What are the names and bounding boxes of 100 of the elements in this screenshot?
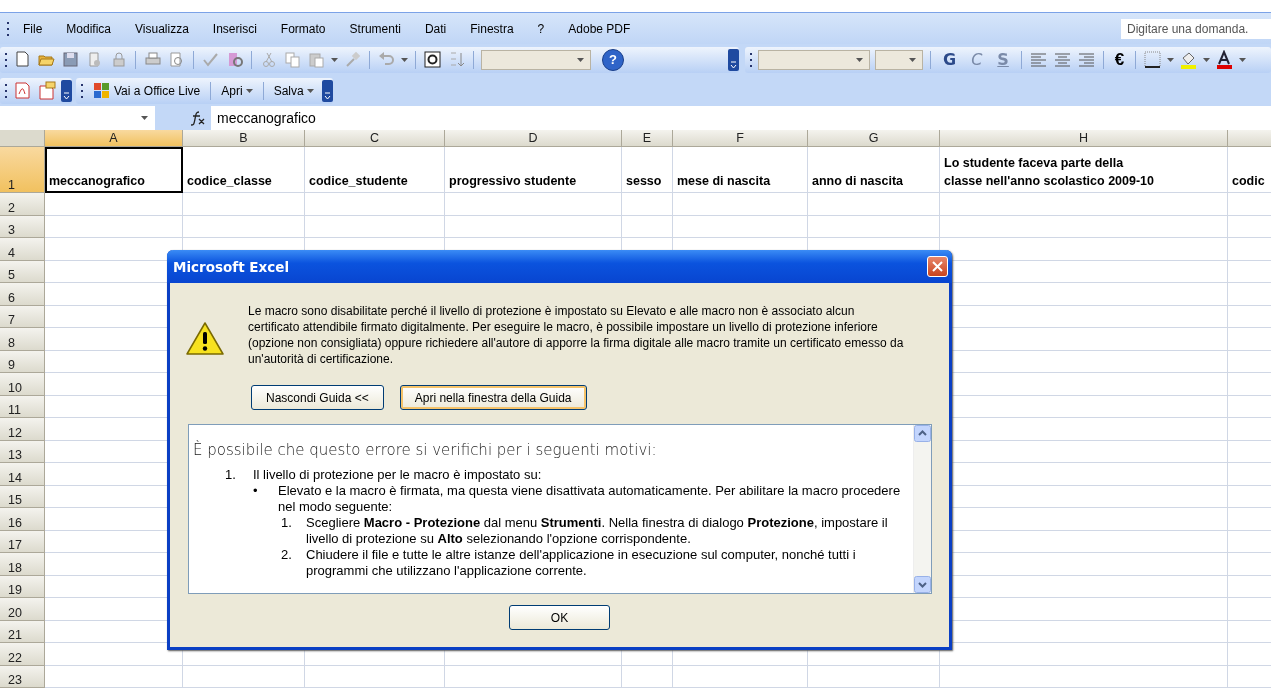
dialog-button[interactable]: Nascondi Guida << [251, 385, 384, 410]
empty-cell[interactable] [940, 665, 1228, 688]
column-header[interactable]: H [940, 130, 1228, 147]
dropdown-arrow-icon[interactable] [306, 88, 314, 93]
align-right-icon[interactable] [1076, 50, 1096, 69]
empty-cell[interactable] [183, 215, 305, 238]
pdf-icon[interactable] [13, 81, 32, 100]
column-header[interactable]: D [445, 130, 622, 147]
dropdown-arrow-icon[interactable] [1167, 57, 1175, 62]
empty-cell[interactable] [808, 215, 940, 238]
menu-item[interactable]: Formato [273, 19, 333, 38]
fill-color-icon[interactable] [1179, 50, 1199, 69]
euro-conversion-icon[interactable] [423, 50, 442, 69]
empty-cell[interactable] [305, 215, 445, 238]
column-header[interactable]: G [808, 130, 940, 147]
row-header[interactable]: 8 [0, 328, 45, 351]
dropdown-arrow-icon[interactable] [1239, 57, 1247, 62]
menu-button[interactable]: Apri [218, 83, 256, 98]
paste-icon[interactable] [307, 50, 326, 69]
pdf-comment-icon[interactable] [37, 81, 56, 100]
toolbar-options-icon[interactable] [321, 79, 333, 102]
column-header[interactable] [1228, 130, 1271, 147]
menu-button[interactable]: Salva [270, 83, 317, 98]
select-all-button[interactable] [0, 130, 45, 147]
dropdown-arrow-icon[interactable] [1203, 57, 1211, 62]
copy-icon[interactable] [283, 50, 302, 69]
empty-cell[interactable] [183, 193, 305, 216]
empty-cell[interactable] [808, 193, 940, 216]
empty-cell[interactable] [622, 193, 673, 216]
row-header[interactable]: 22 [0, 643, 45, 666]
ok-button[interactable]: OK [509, 605, 610, 630]
new-document-icon[interactable] [13, 50, 32, 69]
menu-item[interactable]: Modifica [59, 19, 119, 38]
font-color-icon[interactable] [1215, 50, 1235, 69]
column-header[interactable]: B [183, 130, 305, 147]
row-header[interactable]: 13 [0, 440, 45, 463]
empty-cell[interactable] [445, 215, 622, 238]
empty-cell[interactable] [622, 215, 673, 238]
row-header[interactable]: 20 [0, 598, 45, 621]
row-header[interactable]: 6 [0, 283, 45, 306]
row-header[interactable]: 18 [0, 553, 45, 576]
row-header[interactable]: 17 [0, 530, 45, 553]
dropdown-arrow-icon[interactable] [141, 116, 148, 120]
row-header[interactable]: 19 [0, 575, 45, 598]
row-header[interactable]: 9 [0, 350, 45, 373]
row-header[interactable]: 4 [0, 238, 45, 261]
formula-field[interactable]: meccanografico [211, 110, 316, 126]
menu-item[interactable]: ? [530, 19, 552, 38]
empty-cell[interactable] [305, 665, 445, 688]
empty-cell[interactable] [183, 665, 305, 688]
scroll-up-icon[interactable] [914, 425, 931, 442]
menu-item[interactable]: Finestra [463, 19, 521, 38]
row-header[interactable]: 3 [0, 215, 45, 238]
align-left-icon[interactable] [1028, 50, 1048, 69]
dropdown-arrow-icon[interactable] [577, 57, 584, 62]
dropdown-arrow-icon[interactable] [401, 57, 408, 62]
currency-button[interactable]: € [1110, 49, 1129, 70]
menu-item[interactable]: Adobe PDF [561, 19, 638, 38]
column-header[interactable]: A [45, 130, 183, 147]
menu-item[interactable]: Visualizza [128, 19, 196, 38]
row-header[interactable]: 10 [0, 373, 45, 396]
toolbar-options-icon[interactable] [728, 48, 739, 71]
row-header[interactable]: 23 [0, 665, 45, 688]
column-header[interactable]: C [305, 130, 445, 147]
dialog-button[interactable]: Apri nella finestra della Guida [399, 385, 587, 410]
row-header[interactable]: 16 [0, 508, 45, 531]
empty-cell[interactable] [673, 665, 808, 688]
empty-cell[interactable] [445, 193, 622, 216]
dropdown-arrow-icon[interactable] [245, 88, 253, 93]
function-icon[interactable] [189, 110, 205, 126]
office-live-icon[interactable] [92, 81, 111, 100]
column-header[interactable]: F [673, 130, 808, 147]
row-header[interactable]: 5 [0, 260, 45, 283]
dropdown-arrow-icon[interactable] [856, 57, 863, 62]
scrollbar[interactable] [913, 425, 931, 593]
empty-cell[interactable] [808, 665, 940, 688]
row-header[interactable]: 14 [0, 463, 45, 486]
format-button[interactable]: G [938, 50, 962, 69]
menu-item[interactable]: Strumenti [342, 19, 408, 38]
dropdown-arrow-icon[interactable] [909, 57, 916, 62]
column-header[interactable]: E [622, 130, 673, 147]
row-header[interactable]: 21 [0, 620, 45, 643]
row-header[interactable]: 2 [0, 193, 45, 216]
empty-cell[interactable] [673, 215, 808, 238]
row-header[interactable]: 15 [0, 485, 45, 508]
empty-cell[interactable] [940, 215, 1228, 238]
dropdown-arrow-icon[interactable] [331, 57, 338, 62]
close-button[interactable] [927, 256, 948, 277]
empty-cell[interactable] [673, 193, 808, 216]
menu-item[interactable]: Inserisci [205, 19, 264, 38]
empty-cell[interactable] [622, 665, 673, 688]
link-button[interactable]: Vai a Office Live [89, 81, 204, 100]
empty-cell[interactable] [940, 193, 1228, 216]
align-center-icon[interactable] [1052, 50, 1072, 69]
row-header[interactable]: 11 [0, 395, 45, 418]
help-button[interactable]: ? [602, 48, 624, 71]
menu-item[interactable]: File [16, 19, 50, 38]
save-icon[interactable] [61, 50, 80, 69]
toolbar-options-icon[interactable] [61, 79, 72, 102]
row-header[interactable]: 12 [0, 418, 45, 441]
